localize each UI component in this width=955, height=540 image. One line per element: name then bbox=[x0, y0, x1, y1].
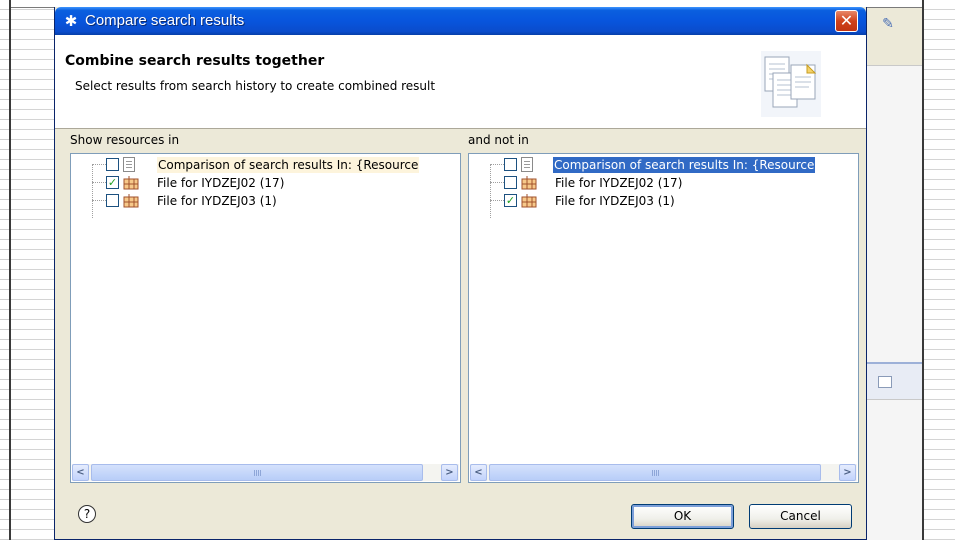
and-not-in-label: and not in bbox=[468, 133, 529, 147]
scroll-right-button[interactable]: > bbox=[441, 464, 458, 481]
tree-item-label: File for IYDZEJ02 (17) bbox=[555, 176, 683, 190]
tree-item[interactable]: ✓ File for IYDZEJ02 (17) bbox=[71, 174, 460, 192]
resource-grid-icon bbox=[123, 176, 139, 190]
dialog-banner: Combine search results together Select r… bbox=[55, 35, 866, 129]
help-icon[interactable]: ? bbox=[78, 505, 96, 523]
tree-item-checkbox[interactable] bbox=[504, 158, 517, 171]
horizontal-scrollbar[interactable]: < > bbox=[72, 464, 459, 481]
document-icon bbox=[521, 157, 533, 172]
compare-search-results-dialog: ✱ Compare search results ✕ Combine searc… bbox=[54, 7, 867, 540]
tree-item-label: Comparison of search results In: {Resour… bbox=[157, 157, 420, 173]
cancel-button[interactable]: Cancel bbox=[749, 504, 852, 529]
scroll-thumb[interactable] bbox=[489, 464, 821, 481]
scroll-grip bbox=[254, 470, 262, 476]
resource-grid-icon bbox=[521, 176, 537, 190]
chevron-left-icon: < bbox=[474, 467, 483, 478]
banner-description: Select results from search history to cr… bbox=[75, 79, 436, 93]
resource-grid-icon bbox=[521, 194, 537, 208]
chevron-left-icon: < bbox=[76, 467, 85, 478]
background-ide-view-tab bbox=[866, 362, 922, 400]
chevron-right-icon: > bbox=[843, 467, 852, 478]
background-right-border bbox=[922, 0, 924, 540]
scroll-grip bbox=[652, 470, 660, 476]
dialog-titlebar[interactable]: ✱ Compare search results ✕ bbox=[55, 7, 866, 35]
tree-item[interactable]: ✓ File for IYDZEJ03 (1) bbox=[469, 192, 858, 210]
show-resources-tree[interactable]: Comparison of search results In: {Resour… bbox=[70, 153, 461, 483]
tree-item-checkbox[interactable] bbox=[106, 194, 119, 207]
close-button[interactable]: ✕ bbox=[835, 10, 858, 32]
tree-item-checkbox-checked[interactable]: ✓ bbox=[504, 194, 517, 207]
resource-grid-icon bbox=[123, 194, 139, 208]
background-left-border bbox=[9, 0, 11, 540]
tree-item-checkbox-checked[interactable]: ✓ bbox=[106, 176, 119, 189]
ok-button[interactable]: OK bbox=[631, 504, 734, 529]
scroll-thumb[interactable] bbox=[91, 464, 423, 481]
chevron-right-icon: > bbox=[445, 467, 454, 478]
combine-documents-icon bbox=[761, 51, 821, 117]
tree-item[interactable]: Comparison of search results In: {Resour… bbox=[469, 156, 858, 174]
tree-item-label: File for IYDZEJ03 (1) bbox=[157, 194, 277, 208]
tree-item-checkbox[interactable] bbox=[504, 176, 517, 189]
close-icon: ✕ bbox=[839, 11, 854, 30]
scroll-left-button[interactable]: < bbox=[470, 464, 487, 481]
banner-heading: Combine search results together bbox=[65, 53, 325, 69]
scroll-right-button[interactable]: > bbox=[839, 464, 856, 481]
show-resources-label: Show resources in bbox=[70, 133, 180, 147]
background-ide-panel bbox=[866, 8, 922, 540]
and-not-in-tree[interactable]: Comparison of search results In: {Resour… bbox=[468, 153, 859, 483]
tree-item[interactable]: File for IYDZEJ03 (1) bbox=[71, 192, 460, 210]
tree-item-label: File for IYDZEJ03 (1) bbox=[555, 194, 675, 208]
view-icon bbox=[878, 376, 892, 388]
eclipse-dialog-icon: ✱ bbox=[64, 12, 78, 30]
tree-item-label-selected: Comparison of search results In: {Resour… bbox=[553, 157, 816, 173]
tree-item[interactable]: File for IYDZEJ02 (17) bbox=[469, 174, 858, 192]
document-icon bbox=[123, 157, 135, 172]
dialog-title: Compare search results bbox=[85, 12, 245, 29]
tree-item[interactable]: Comparison of search results In: {Resour… bbox=[71, 156, 460, 174]
edit-tool-icon: ✎ bbox=[882, 16, 894, 32]
tree-item-label: File for IYDZEJ02 (17) bbox=[157, 176, 285, 190]
scroll-left-button[interactable]: < bbox=[72, 464, 89, 481]
tree-item-checkbox[interactable] bbox=[106, 158, 119, 171]
horizontal-scrollbar[interactable]: < > bbox=[470, 464, 857, 481]
